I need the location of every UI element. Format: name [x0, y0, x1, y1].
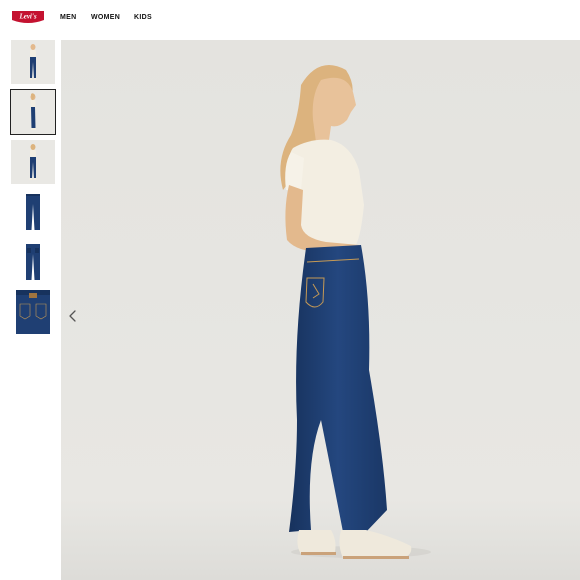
levis-logo[interactable]: Levi's	[11, 10, 45, 25]
nav-kids[interactable]: KIDS	[134, 14, 152, 21]
thumbnail-jeans-back[interactable]	[11, 240, 55, 284]
thumbnail-jeans-detail[interactable]	[11, 290, 55, 334]
chevron-left-icon	[69, 310, 76, 322]
thumbnail-model-side[interactable]	[10, 89, 56, 135]
site-header: Levi's MEN WOMEN KIDS	[0, 0, 580, 34]
thumbnail-jeans-front[interactable]	[11, 190, 55, 234]
thumbnail-model-front[interactable]	[11, 40, 55, 84]
previous-image-button[interactable]	[66, 306, 80, 326]
thumbnail-model-back[interactable]	[11, 140, 55, 184]
main-product-image[interactable]	[61, 40, 580, 580]
svg-text:Levi's: Levi's	[18, 13, 36, 21]
nav-men[interactable]: MEN	[60, 14, 76, 21]
nav-women[interactable]: WOMEN	[91, 14, 120, 21]
